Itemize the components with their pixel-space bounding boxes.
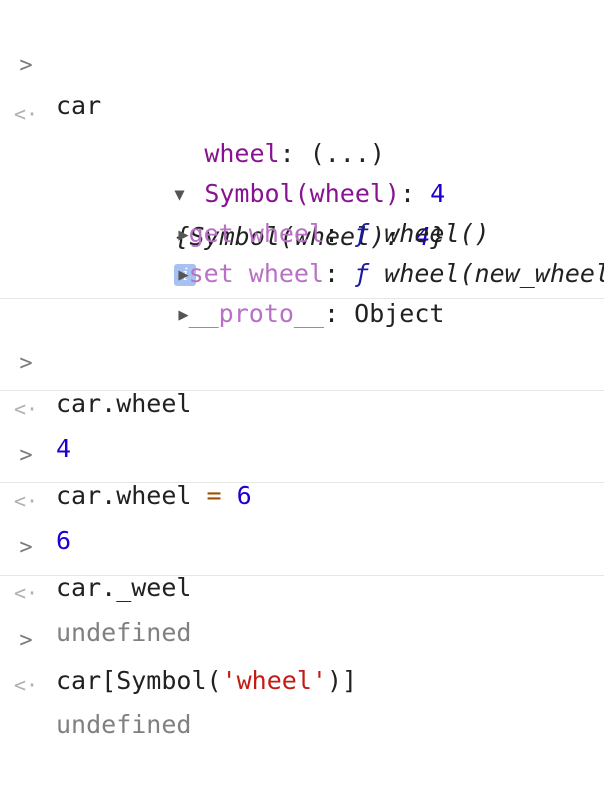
output-line: <· 4 — [0, 349, 90, 463]
input-line: > car[Symbol('wheel')] — [0, 581, 357, 695]
input-line: > car._weel — [0, 488, 191, 602]
output-value[interactable]: undefined — [56, 705, 191, 745]
entry-divider — [0, 390, 604, 391]
object-property-row[interactable]: wheel: (...) — [114, 94, 385, 168]
property-key: __proto__ — [188, 299, 325, 328]
property-colon: : — [324, 299, 355, 328]
input-line: > car — [0, 6, 101, 120]
input-line: > car.wheel — [0, 304, 191, 418]
entry-divider — [0, 482, 604, 483]
output-chevron-icon: <· — [14, 102, 39, 126]
object-property-row[interactable]: ▶set wheel: ƒ wheel(new_wheel) — [88, 214, 604, 288]
object-property-row[interactable]: ▶__proto__: Object — [88, 254, 444, 328]
output-line: <· ▼ {Symbol(wheel): 4} i — [0, 54, 445, 286]
output-line: <· 6 — [0, 441, 90, 555]
input-string: 'wheel' — [221, 666, 327, 695]
output-chevron-icon: <· — [14, 673, 39, 697]
output-line: <· undefined — [0, 625, 191, 739]
property-value: Object — [354, 299, 445, 328]
expand-triangle-icon[interactable]: ▶ — [178, 305, 188, 325]
entry-divider — [0, 575, 604, 576]
object-property-row[interactable]: ▶get wheel: ƒ wheel() — [88, 174, 489, 248]
input-post: )] — [326, 666, 358, 695]
input-code[interactable]: car[Symbol('wheel')] — [56, 661, 357, 701]
input-rhs: 6 — [236, 481, 252, 510]
entry-divider — [0, 298, 604, 299]
object-property-row[interactable]: Symbol(wheel): 4 — [114, 134, 445, 208]
input-line: > car.wheel = 6 — [0, 396, 251, 510]
output-line: <· undefined — [0, 533, 191, 647]
input-operator: = — [191, 481, 237, 510]
